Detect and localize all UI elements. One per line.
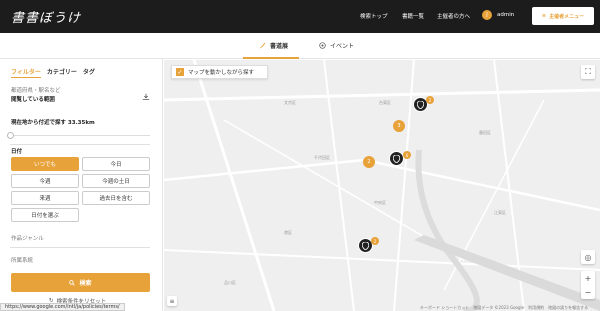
active-tab-indicator: [243, 57, 299, 59]
marker-count-badge: 2: [371, 237, 379, 245]
marker-cluster[interactable]: 2: [363, 156, 375, 168]
map-label: 港区: [284, 230, 292, 235]
user-name: admin: [497, 12, 515, 18]
pin-icon: [362, 241, 369, 250]
marker-cluster[interactable]: 3: [393, 120, 405, 132]
marker-count-badge: 2: [426, 96, 434, 104]
pin-icon: [417, 100, 424, 109]
tab-category[interactable]: カテゴリー: [47, 67, 77, 78]
user-menu[interactable]: J admin: [482, 10, 514, 20]
date-next-week-button[interactable]: 来週: [11, 191, 79, 205]
date-include-past-button[interactable]: 過去日を含む: [82, 191, 150, 205]
map-label: 墨田区: [479, 130, 491, 135]
host-menu-button[interactable]: ≡ 主催者メニュー: [532, 7, 594, 25]
genre-label: 作品ジャンル: [11, 236, 44, 242]
date-pick-button[interactable]: 日付を選ぶ: [11, 208, 79, 222]
nav-search-top[interactable]: 検索トップ: [360, 12, 388, 20]
date-label: 日付: [11, 149, 23, 155]
map-view[interactable]: 台東区 墨田区 江東区 中央区 港区 千代田区 文京区 品川区 ✓ マップを動か…: [164, 60, 600, 311]
map-label: 品川区: [224, 280, 236, 285]
map-attribution[interactable]: キーボード ショートカット 地図データ ©2023 Google 利用規約 地図…: [420, 305, 588, 311]
zoom-in-button[interactable]: +: [581, 271, 595, 285]
system-label: 所属系統: [11, 258, 34, 264]
host-menu-label: 主催者メニュー: [549, 13, 585, 20]
filter-panel: フィルター カテゴリー タグ 都道府県・駅名など 閲覧している範囲 現在地から付…: [0, 59, 163, 311]
download-icon[interactable]: [142, 93, 150, 101]
tab-exhibitions-label: 書道展: [270, 43, 289, 50]
search-icon: [69, 279, 76, 286]
map-label: 文京区: [284, 100, 296, 105]
tab-filter[interactable]: フィルター: [11, 67, 41, 78]
date-this-weekend-button[interactable]: 今週の土日: [82, 174, 150, 188]
tab-tag[interactable]: タグ: [83, 67, 95, 78]
divider: [10, 144, 150, 145]
menu-icon: ≡: [541, 13, 547, 19]
site-logo[interactable]: 書書ぼうけ: [11, 7, 81, 26]
tab-events[interactable]: イベント: [319, 41, 354, 50]
radius-slider[interactable]: [7, 132, 150, 139]
fullscreen-icon[interactable]: ⛶: [581, 65, 595, 79]
divider: [10, 247, 150, 248]
date-today-button[interactable]: 今日: [82, 157, 150, 171]
tab-exhibitions[interactable]: 書道展: [259, 41, 288, 50]
map-label: 江東区: [494, 210, 506, 215]
brush-icon: [259, 42, 266, 49]
zoom-out-button[interactable]: −: [581, 285, 595, 299]
region-label: 都道府県・駅名など: [11, 88, 61, 94]
map-roads: [164, 60, 600, 311]
content-tabs: 書道展 イベント: [0, 33, 600, 59]
avatar: J: [482, 10, 492, 20]
marker-count-badge: 6: [403, 151, 411, 159]
tab-events-label: イベント: [330, 43, 355, 50]
pin-icon: [393, 154, 400, 163]
slider-handle[interactable]: [7, 132, 14, 139]
my-location-icon[interactable]: ◎: [581, 250, 595, 264]
nav-for-hosts[interactable]: 主催者の方へ: [437, 12, 470, 20]
checkbox[interactable]: ✓: [176, 68, 184, 76]
map-label: 台東区: [379, 100, 391, 105]
region-value[interactable]: 閲覧している範囲: [11, 95, 55, 103]
map-label: 中央区: [374, 200, 386, 205]
move-search-toggle[interactable]: ✓ マップを動かしながら探す: [171, 65, 268, 79]
date-this-week-button[interactable]: 今週: [11, 174, 79, 188]
map-label: 千代田区: [314, 155, 330, 160]
filter-tabs: フィルター カテゴリー タグ: [11, 67, 95, 78]
search-button[interactable]: 検索: [11, 273, 150, 292]
radius-label: 現在地から付近で探す 33.35km: [11, 120, 95, 126]
date-anytime-button[interactable]: いつでも: [11, 157, 79, 171]
map-marker[interactable]: [389, 151, 404, 166]
move-search-label: マップを動かしながら探す: [188, 70, 255, 76]
status-url: https://www.google.com/intl/ja/policies/…: [0, 303, 125, 311]
search-button-label: 検索: [79, 280, 92, 287]
top-bar: 書書ぼうけ 検索トップ 書籍一覧 主催者の方へ J admin ≡ 主催者メニュ…: [0, 0, 600, 33]
event-icon: [319, 42, 326, 49]
map-layers-icon[interactable]: ≡: [167, 296, 177, 306]
nav-book-list[interactable]: 書籍一覧: [402, 12, 424, 20]
